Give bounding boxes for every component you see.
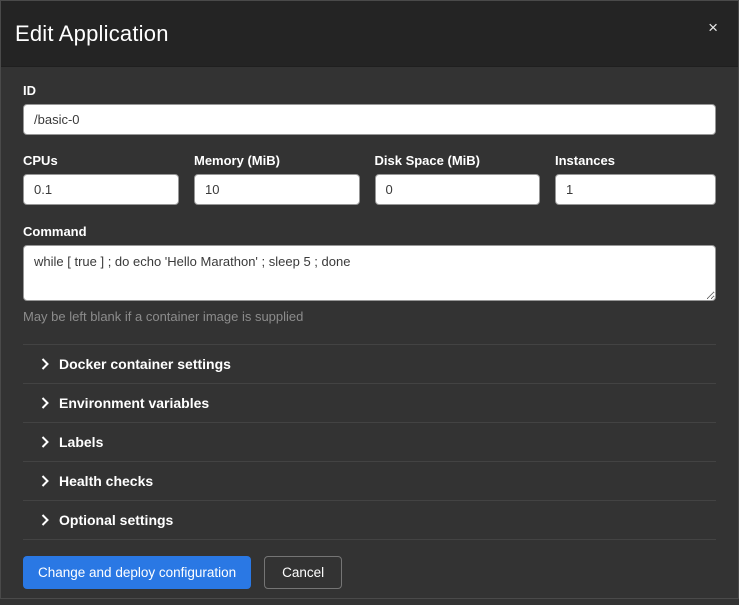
section-toggle-docker[interactable]: Docker container settings: [23, 344, 716, 383]
disk-input[interactable]: [375, 174, 541, 205]
memory-input[interactable]: [194, 174, 360, 205]
section-label: Labels: [59, 434, 103, 450]
section-toggle-optional-settings[interactable]: Optional settings: [23, 500, 716, 539]
command-label: Command: [23, 224, 716, 239]
section-label: Health checks: [59, 473, 153, 489]
cancel-button[interactable]: Cancel: [264, 556, 342, 589]
modal-body: ID CPUs Memory (MiB) Disk Space (MiB) In…: [1, 67, 738, 540]
cpus-label: CPUs: [23, 153, 179, 168]
modal-header: Edit Application ×: [1, 1, 738, 67]
chevron-right-icon: [41, 475, 49, 487]
command-textarea[interactable]: while [ true ] ; do echo 'Hello Marathon…: [23, 245, 716, 301]
close-button[interactable]: ×: [702, 17, 724, 38]
command-help-text: May be left blank if a container image i…: [23, 309, 716, 324]
id-field-group: ID: [23, 83, 716, 135]
memory-field-group: Memory (MiB): [194, 153, 360, 205]
collapsible-sections: Docker container settings Environment va…: [23, 344, 716, 540]
command-field-group: Command while [ true ] ; do echo 'Hello …: [23, 224, 716, 324]
chevron-right-icon: [41, 358, 49, 370]
memory-label: Memory (MiB): [194, 153, 360, 168]
modal-footer: Change and deploy configuration Cancel: [1, 540, 738, 605]
section-label: Environment variables: [59, 395, 209, 411]
instances-input[interactable]: [555, 174, 716, 205]
section-toggle-labels[interactable]: Labels: [23, 422, 716, 461]
section-toggle-environment[interactable]: Environment variables: [23, 383, 716, 422]
chevron-right-icon: [41, 436, 49, 448]
disk-field-group: Disk Space (MiB): [375, 153, 541, 205]
resources-row: CPUs Memory (MiB) Disk Space (MiB) Insta…: [23, 153, 716, 205]
close-icon: ×: [708, 18, 718, 37]
section-label: Optional settings: [59, 512, 173, 528]
section-toggle-health-checks[interactable]: Health checks: [23, 461, 716, 500]
change-and-deploy-button[interactable]: Change and deploy configuration: [23, 556, 251, 589]
chevron-right-icon: [41, 397, 49, 409]
instances-label: Instances: [555, 153, 716, 168]
cpus-field-group: CPUs: [23, 153, 179, 205]
id-input[interactable]: [23, 104, 716, 135]
id-label: ID: [23, 83, 716, 98]
edit-application-modal: Edit Application × ID CPUs Memory (MiB) …: [0, 0, 739, 599]
instances-field-group: Instances: [555, 153, 716, 205]
disk-label: Disk Space (MiB): [375, 153, 541, 168]
cpus-input[interactable]: [23, 174, 179, 205]
chevron-right-icon: [41, 514, 49, 526]
modal-title: Edit Application: [15, 21, 169, 47]
section-label: Docker container settings: [59, 356, 231, 372]
